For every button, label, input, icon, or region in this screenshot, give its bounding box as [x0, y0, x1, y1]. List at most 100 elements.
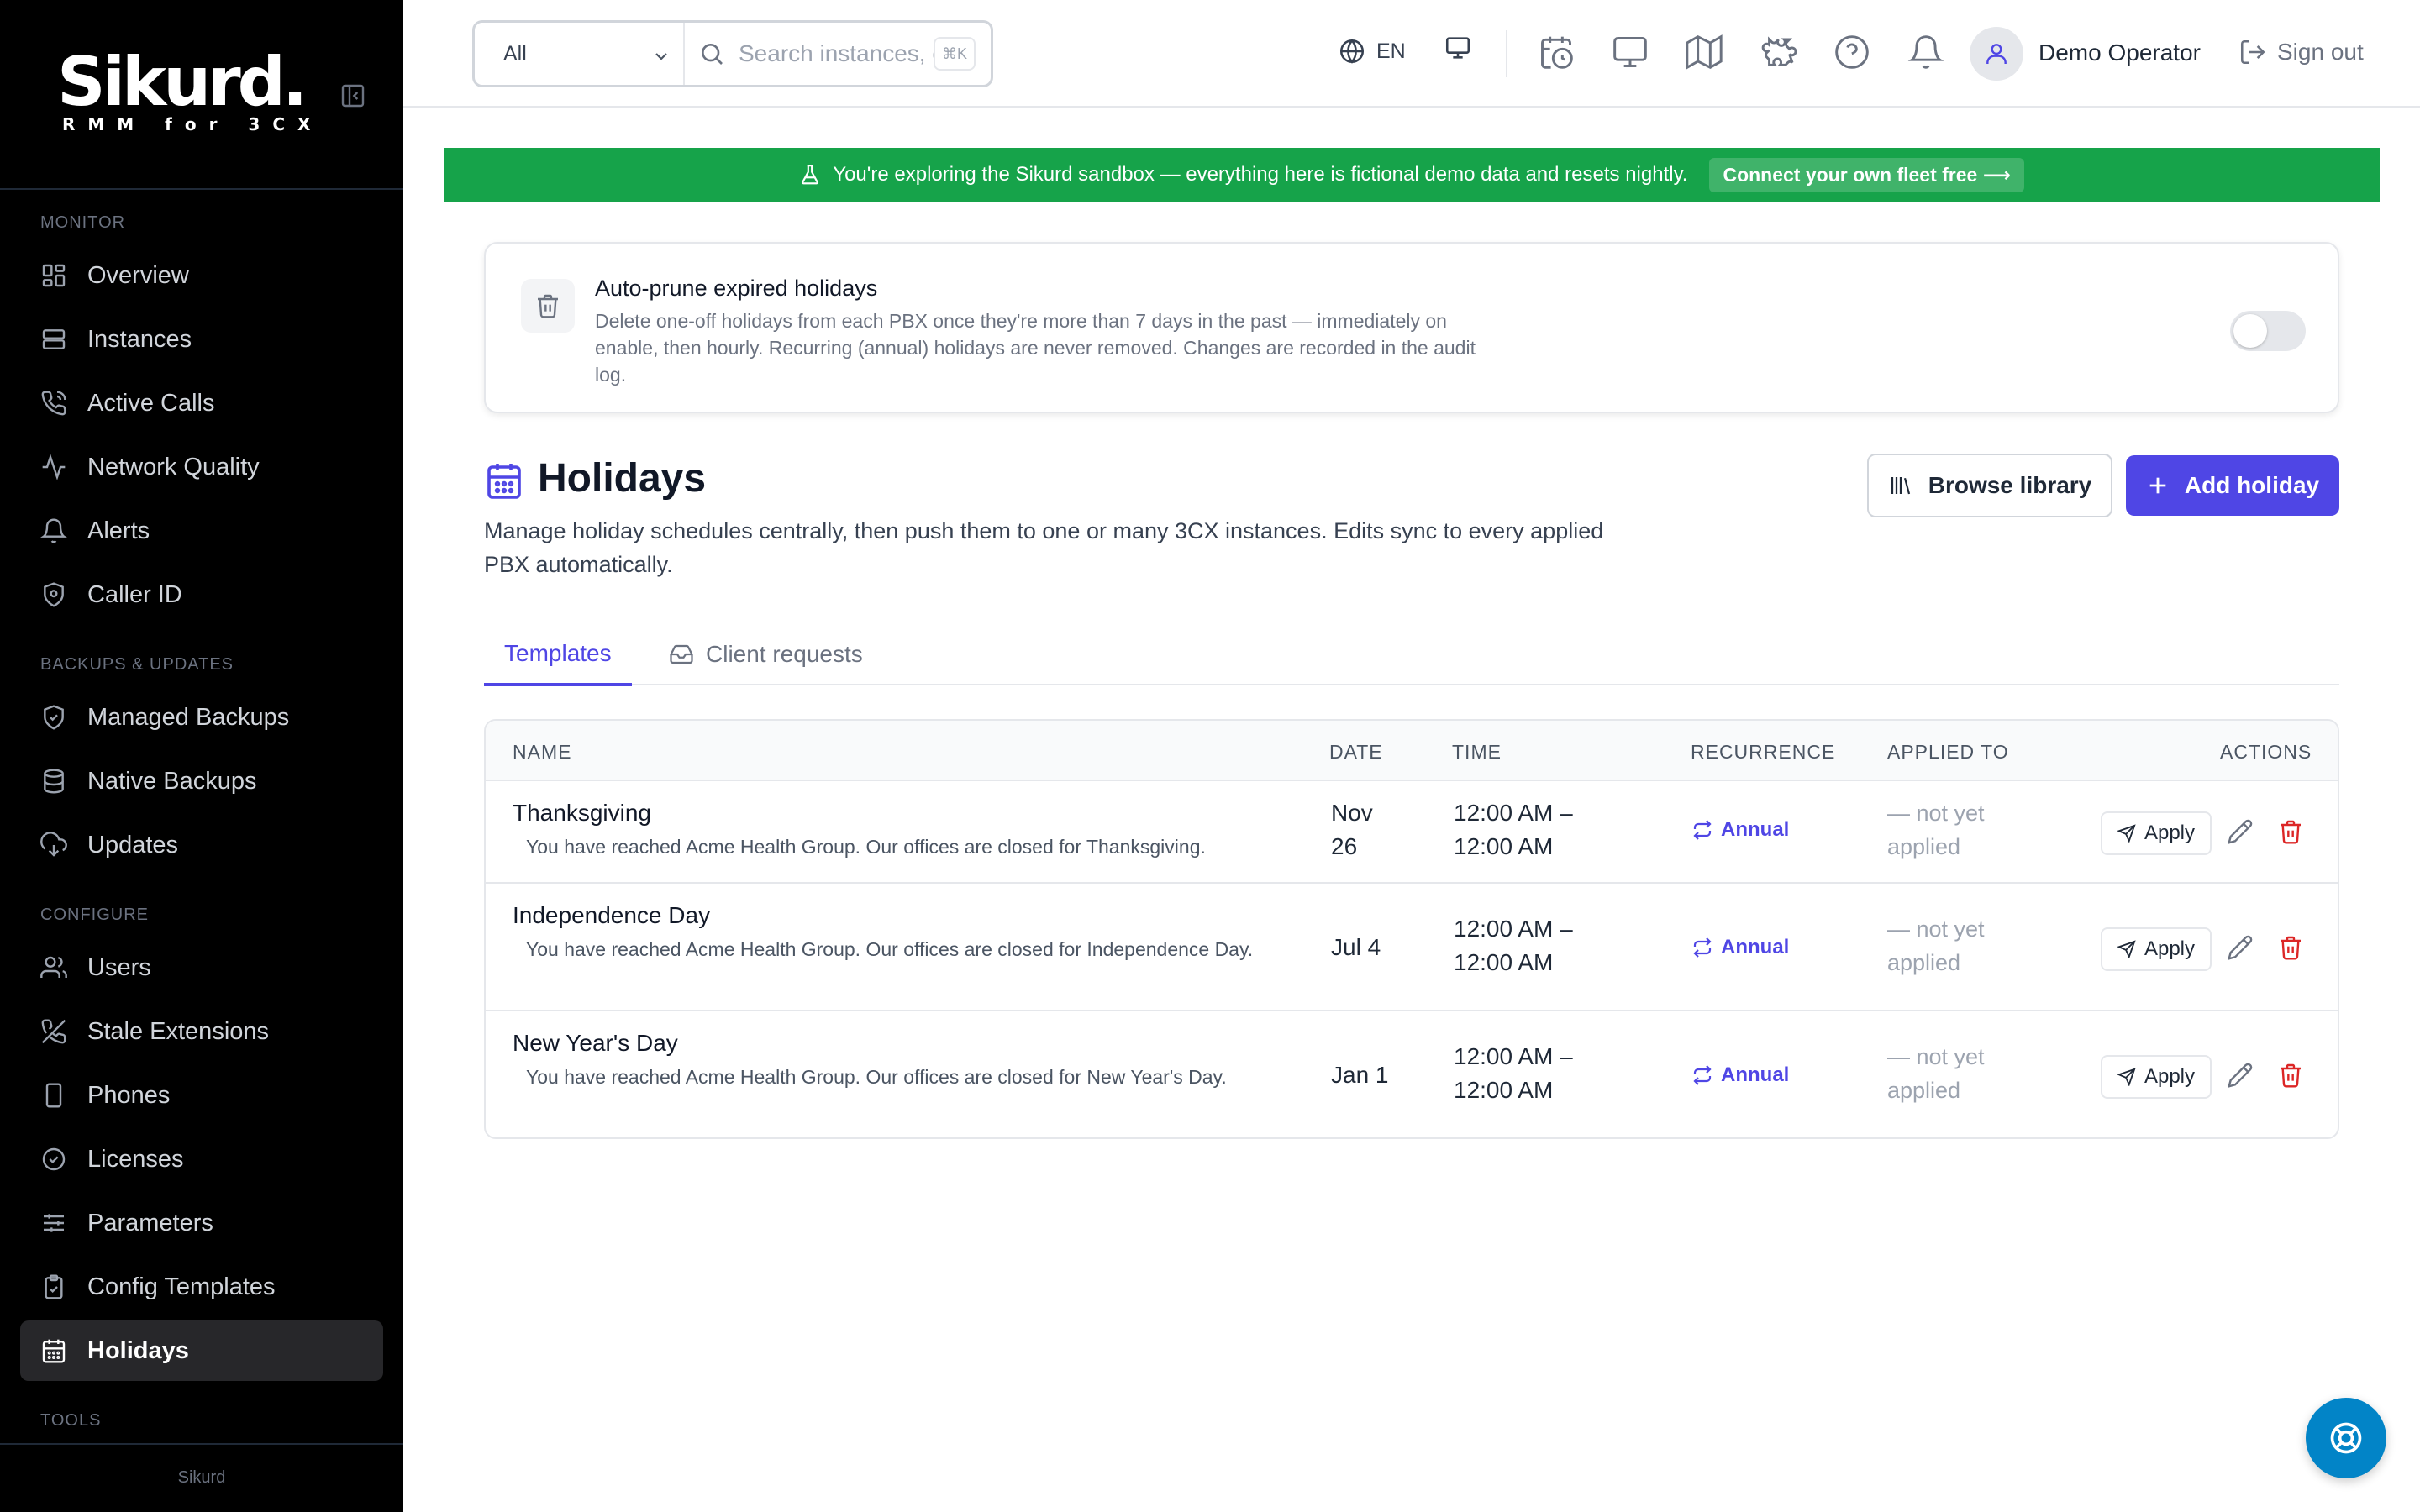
cloud-download-icon	[40, 832, 67, 858]
edit-icon[interactable]	[2227, 934, 2254, 961]
table-row[interactable]: Independence Day You have reached Acme H…	[486, 884, 2338, 1011]
avatar[interactable]	[1970, 27, 2023, 81]
desktop-icon	[1613, 37, 1647, 67]
sidebar-item-config-templates[interactable]: Config Templates	[20, 1257, 383, 1317]
delete-icon[interactable]	[2277, 818, 2304, 845]
date-line: Nov	[1331, 800, 1373, 826]
holiday-date: Jul 4	[1331, 931, 1381, 964]
delete-icon[interactable]	[2277, 1062, 2304, 1089]
holiday-message: You have reached Acme Health Group. Our …	[526, 938, 1254, 960]
holiday-name: New Year's Day	[513, 1030, 678, 1056]
send-icon	[2117, 940, 2136, 958]
sidebar-item-holidays[interactable]: Holidays	[20, 1320, 383, 1381]
auto-prune-description: Delete one-off holidays from each PBX on…	[595, 310, 1476, 386]
brand-logo[interactable]: Sikurd. RMM for 3CX	[57, 43, 323, 135]
holiday-time: 12:00 AM – 12:00 AM	[1454, 796, 1573, 864]
sidebar-item-parameters[interactable]: Parameters	[20, 1193, 383, 1253]
connect-fleet-link[interactable]: Connect your own fleet free ⟶	[1709, 157, 2024, 192]
sidebar-item-label: Alerts	[87, 517, 150, 544]
search-scope-select[interactable]: All	[475, 23, 685, 85]
lifebuoy-icon	[2330, 1422, 2362, 1454]
sidebar-item-alerts[interactable]: Alerts	[20, 501, 383, 561]
sidebar: Sikurd. RMM for 3CX MONITOR Overview Ins…	[0, 0, 403, 1512]
holidays-calendar-icon	[484, 460, 524, 501]
sidebar-collapse-icon[interactable]	[339, 82, 366, 109]
delete-icon[interactable]	[2277, 934, 2304, 961]
repeat-icon	[1693, 1065, 1712, 1085]
sidebar-item-label: Native Backups	[87, 767, 257, 795]
sidebar-item-label: Caller ID	[87, 580, 182, 608]
time-line: 12:00 AM	[1454, 833, 1554, 859]
integrations-button[interactable]	[1760, 34, 1797, 71]
users-icon	[40, 954, 67, 981]
column-header-name: NAME	[513, 741, 572, 763]
sidebar-footer: Sikurd	[177, 1468, 226, 1487]
recurrence-badge: Annual	[1692, 818, 1789, 842]
table-row[interactable]: New Year's Day You have reached Acme Hea…	[486, 1011, 2338, 1137]
sidebar-item-licenses[interactable]: Licenses	[20, 1129, 383, 1189]
global-search: All Search instances, extensions, phones…	[472, 20, 993, 87]
shield-icon	[40, 581, 67, 608]
tab-label: Client requests	[706, 641, 863, 667]
apply-button[interactable]: Apply	[2101, 811, 2212, 855]
applied-to: — not yet applied	[1887, 1040, 1985, 1107]
sidebar-item-native-backups[interactable]: Native Backups	[20, 751, 383, 811]
edit-icon[interactable]	[2227, 1062, 2254, 1089]
add-holiday-button[interactable]: Add holiday	[2126, 455, 2339, 516]
edit-icon[interactable]	[2227, 818, 2254, 845]
search-input[interactable]: Search instances, extensions, phones…	[739, 40, 934, 67]
auto-prune-title: Auto-prune expired holidays	[595, 276, 878, 301]
language-switcher[interactable]: EN	[1338, 37, 1406, 66]
time-line: 12:00 AM –	[1454, 800, 1573, 826]
table-row[interactable]: Thanksgiving You have reached Acme Healt…	[486, 781, 2338, 884]
browse-library-button[interactable]: Browse library	[1867, 454, 2112, 517]
tab-templates[interactable]: Templates	[484, 623, 632, 686]
browse-library-label: Browse library	[1928, 472, 2092, 498]
apply-label: Apply	[2144, 1065, 2196, 1088]
shield-check-icon	[40, 704, 67, 731]
auto-prune-toggle[interactable]	[2230, 311, 2306, 351]
map-button[interactable]	[1686, 34, 1723, 71]
sidebar-item-caller-id[interactable]: Caller ID	[20, 564, 383, 625]
sidebar-item-users[interactable]: Users	[20, 937, 383, 998]
sidebar-item-network-quality[interactable]: Network Quality	[20, 437, 383, 497]
apply-button[interactable]: Apply	[2101, 927, 2212, 971]
notifications-button[interactable]	[1907, 34, 1944, 71]
sidebar-item-label: Parameters	[87, 1209, 213, 1236]
user-name[interactable]: Demo Operator	[2039, 39, 2201, 66]
recurrence-label: Annual	[1721, 818, 1790, 841]
overview-icon	[40, 262, 67, 289]
log-out-icon	[2240, 39, 2265, 65]
sidebar-item-instances[interactable]: Instances	[20, 309, 383, 370]
sidebar-item-stale-extensions[interactable]: Stale Extensions	[20, 1001, 383, 1062]
support-chat-button[interactable]	[2306, 1398, 2386, 1478]
holiday-date: Nov 26	[1331, 796, 1373, 864]
apply-button[interactable]: Apply	[2101, 1055, 2212, 1099]
sidebar-item-phones[interactable]: Phones	[20, 1065, 383, 1126]
sliders-icon	[40, 1210, 67, 1236]
tab-client-requests[interactable]: Client requests	[669, 623, 863, 685]
sidebar-item-managed-backups[interactable]: Managed Backups	[20, 687, 383, 748]
display-mode-button[interactable]	[1444, 34, 1481, 71]
time-line: 12:00 AM –	[1454, 1043, 1573, 1069]
sidebar-section-monitor: MONITOR	[40, 213, 126, 232]
sidebar-item-overview[interactable]: Overview	[20, 245, 383, 306]
sidebar-footer-divider	[0, 1443, 403, 1445]
holiday-date: Jan 1	[1331, 1058, 1389, 1092]
tab-label: Templates	[504, 639, 612, 666]
sidebar-item-active-calls[interactable]: Active Calls	[20, 373, 383, 433]
brand-name: Sikurd.	[57, 43, 308, 121]
repeat-icon	[1693, 820, 1712, 840]
schedule-button[interactable]	[1538, 34, 1575, 71]
column-header-actions: ACTIONS	[2220, 741, 2312, 763]
help-button[interactable]	[1833, 34, 1870, 71]
sidebar-item-label: Users	[87, 953, 151, 981]
holiday-time: 12:00 AM – 12:00 AM	[1454, 912, 1573, 979]
remote-desktop-button[interactable]	[1612, 34, 1649, 71]
sidebar-item-label: Instances	[87, 325, 192, 353]
sidebar-item-updates[interactable]: Updates	[20, 815, 383, 875]
sidebar-item-label: Licenses	[87, 1145, 184, 1173]
user-icon	[1986, 44, 2007, 64]
time-line: 12:00 AM	[1454, 949, 1554, 975]
sign-out-button[interactable]: Sign out	[2238, 38, 2364, 66]
